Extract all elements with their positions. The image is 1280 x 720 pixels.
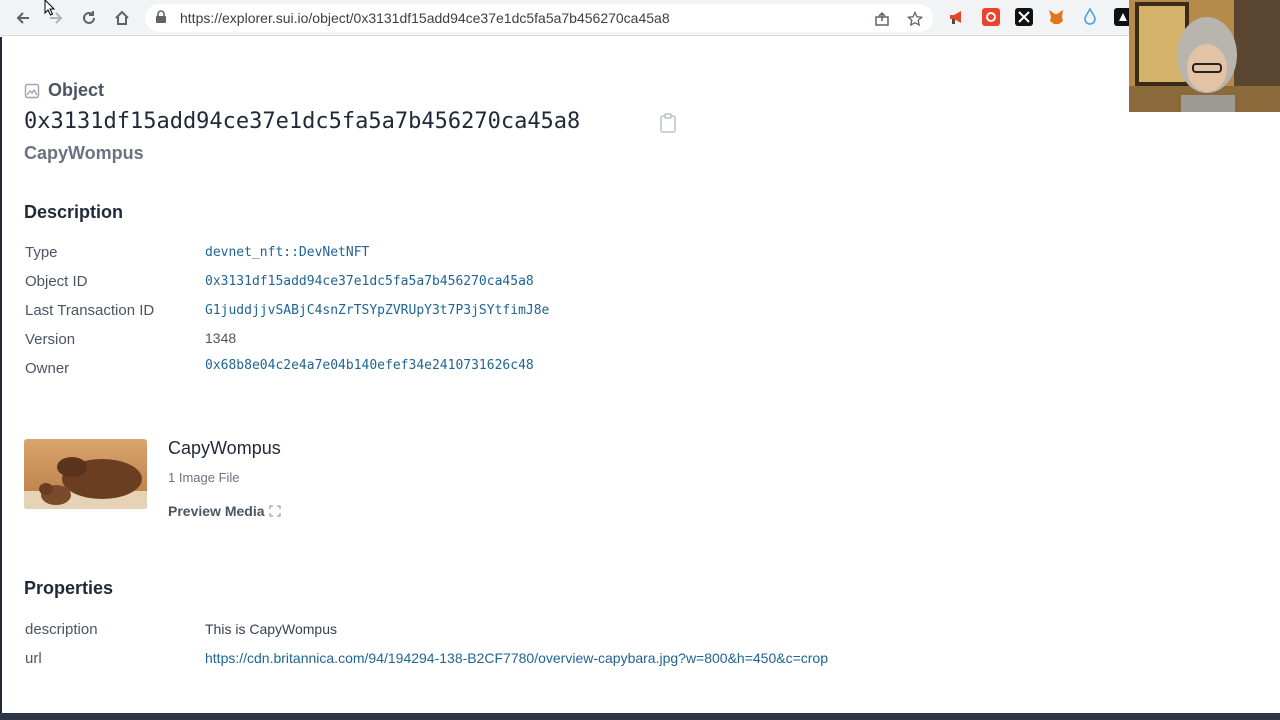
media-file-count: 1 Image File xyxy=(168,470,240,485)
preview-media-label: Preview Media xyxy=(168,503,265,519)
address-url[interactable]: https://explorer.sui.io/object/0x3131df1… xyxy=(180,10,670,26)
preview-media-button[interactable]: Preview Media xyxy=(168,503,281,519)
webcam-overlay xyxy=(1129,0,1280,112)
metamask-fox-icon[interactable] xyxy=(1047,8,1065,26)
version-value: 1348 xyxy=(205,330,237,346)
description-heading: Description xyxy=(24,202,124,222)
last-transaction-key: Last Transaction ID xyxy=(25,302,155,319)
object-label: Object xyxy=(48,80,105,100)
type-key: Type xyxy=(25,244,58,261)
back-icon[interactable] xyxy=(11,6,35,30)
brave-extension-icon[interactable] xyxy=(982,8,1000,26)
version-key: Version xyxy=(25,331,76,348)
object-id-key: Object ID xyxy=(25,273,88,290)
owner-key: Owner xyxy=(25,360,70,377)
bookmark-star-icon[interactable] xyxy=(906,10,924,28)
object-name: CapyWompus xyxy=(24,143,144,163)
nft-thumbnail[interactable] xyxy=(24,439,147,509)
owner-value[interactable]: 0x68b8e04c2e4a7e04b140efef34e2410731626c… xyxy=(205,358,534,373)
taskbar-strip xyxy=(0,713,1280,720)
megaphone-extension-icon[interactable] xyxy=(948,8,966,26)
property-url-value[interactable]: https://cdn.britannica.com/94/194294-138… xyxy=(205,650,828,666)
browser-toolbar: https://explorer.sui.io/object/0x3131df1… xyxy=(0,0,1280,36)
type-value[interactable]: devnet_nft::DevNetNFT xyxy=(205,245,369,260)
object-id-value[interactable]: 0x3131df15add94ce37e1dc5fa5a7b456270ca45… xyxy=(205,274,534,289)
reload-icon[interactable] xyxy=(77,6,101,30)
object-id-heading: 0x3131df15add94ce37e1dc5fa5a7b456270ca45… xyxy=(24,109,581,134)
water-drop-icon[interactable] xyxy=(1081,8,1099,26)
copy-icon[interactable] xyxy=(659,113,677,138)
share-icon[interactable] xyxy=(873,10,891,28)
lock-icon[interactable] xyxy=(155,10,167,29)
address-bar[interactable]: https://explorer.sui.io/object/0x3131df1… xyxy=(145,4,933,32)
puzzle-grid-extension-icon[interactable] xyxy=(1015,8,1033,26)
object-page: Object 0x3131df15add94ce37e1dc5fa5a7b456… xyxy=(0,37,1280,713)
last-transaction-value[interactable]: G1juddjjvSABjC4snZrTSYpZVRUpY3t7P3jSYtfi… xyxy=(205,303,549,318)
object-header-label: Object xyxy=(24,80,104,101)
image-icon xyxy=(24,83,40,98)
mouse-cursor-icon xyxy=(44,0,58,21)
property-url-key: url xyxy=(25,650,42,667)
expand-icon xyxy=(268,505,281,517)
home-icon[interactable] xyxy=(110,6,134,30)
media-title: CapyWompus xyxy=(168,438,281,458)
property-description-value: This is CapyWompus xyxy=(205,621,338,637)
properties-heading: Properties xyxy=(24,578,114,598)
property-description-key: description xyxy=(25,621,98,638)
